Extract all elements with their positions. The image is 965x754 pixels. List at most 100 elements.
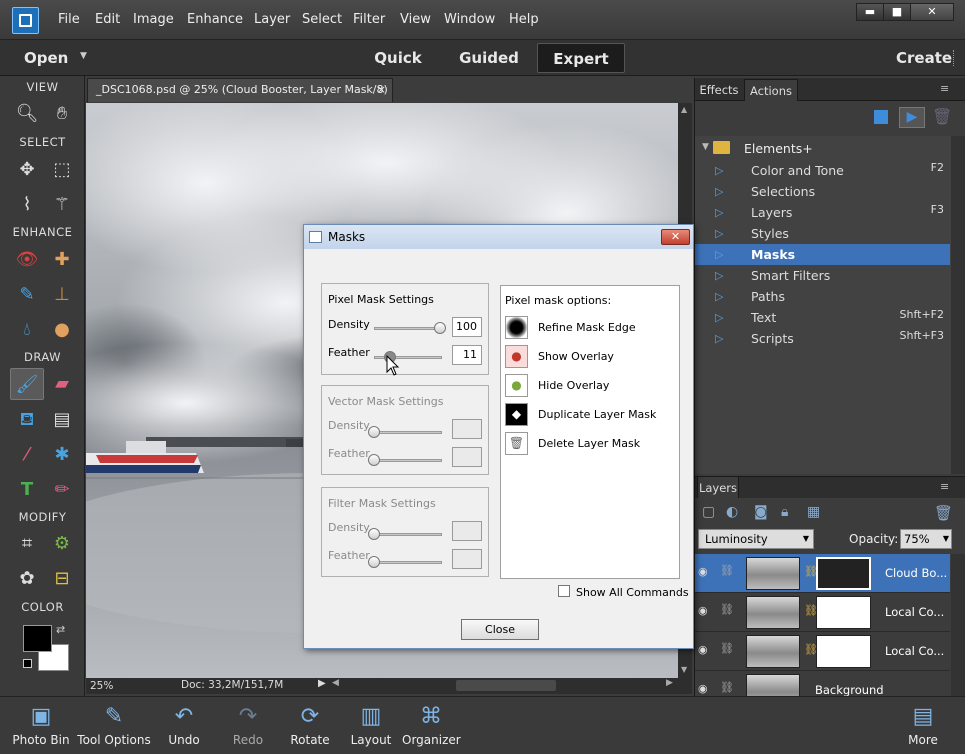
smart-brush-tool-icon[interactable]: ✎ <box>10 279 44 311</box>
maximize-button[interactable]: ■ <box>883 3 911 21</box>
layers-scrollbar[interactable] <box>951 554 965 696</box>
pixel-density-input[interactable]: 100 <box>452 317 482 337</box>
vector-density-slider[interactable] <box>374 431 442 434</box>
red-eye-tool-icon[interactable]: 👁︎ <box>10 244 44 276</box>
new-layer-icon[interactable]: ▢ <box>702 504 715 520</box>
filter-feather-slider[interactable] <box>374 561 442 564</box>
more-button[interactable]: ▤ More <box>900 697 946 754</box>
mode-guided[interactable]: Guided <box>454 43 524 73</box>
lock-icon[interactable]: 🔒︎ <box>781 504 788 520</box>
menu-image[interactable]: Image <box>133 12 174 27</box>
blend-mode-select[interactable]: Luminosity ▼ <box>698 529 814 549</box>
delete-layer-icon[interactable]: 🗑︎ <box>934 504 953 522</box>
custom-shape-tool-icon[interactable]: ✱ <box>45 439 79 471</box>
action-play-icon[interactable]: ▷ <box>715 181 723 202</box>
vector-density-input[interactable] <box>452 419 482 439</box>
visibility-eye-icon[interactable]: ◉ <box>698 643 708 656</box>
add-mask-icon[interactable]: ◙ <box>754 504 768 520</box>
crop-tool-icon[interactable]: ⌗ <box>10 528 44 560</box>
document-tab[interactable]: _DSC1068.psd @ 25% (Cloud Booster, Layer… <box>87 78 393 118</box>
filter-density-input[interactable] <box>452 521 482 541</box>
mask-option[interactable]: 🗑︎ Delete Layer Mask <box>502 431 680 457</box>
lock-transparency-icon[interactable]: ▦ <box>807 504 820 520</box>
menu-enhance[interactable]: Enhance <box>187 12 243 27</box>
menu-edit[interactable]: Edit <box>95 12 120 27</box>
filter-feather-knob[interactable] <box>368 556 380 568</box>
action-item[interactable]: ▷ Layers F3 <box>695 202 950 223</box>
scroll-up-icon[interactable]: ▲ <box>681 105 687 114</box>
open-dropdown-icon[interactable]: ▼ <box>80 51 87 61</box>
horizontal-scroll-thumb[interactable] <box>456 680 556 691</box>
open-button[interactable]: Open <box>24 43 68 73</box>
mode-expert[interactable]: Expert <box>537 43 625 73</box>
magic-wand-tool-icon[interactable]: ⚚ <box>45 189 79 221</box>
stop-action-icon[interactable] <box>874 110 888 124</box>
close-window-button[interactable]: ✕ <box>910 3 954 21</box>
tab-actions[interactable]: Actions <box>744 79 798 101</box>
eyedropper-tool-icon[interactable]: ⁄ <box>10 439 44 471</box>
menu-filter[interactable]: Filter <box>353 12 385 27</box>
recompose-tool-icon[interactable]: ⚙︎ <box>45 528 79 560</box>
visibility-eye-icon[interactable]: ◉ <box>698 565 708 578</box>
layout-button[interactable]: ▥ Layout <box>346 697 396 754</box>
status-menu-icon[interactable]: ▶ <box>318 678 326 689</box>
photo-bin-button[interactable]: ▣ Photo Bin <box>8 697 74 754</box>
undo-button[interactable]: ↶ Undo <box>160 697 208 754</box>
mask-option[interactable]: ◆ Duplicate Layer Mask <box>502 402 680 428</box>
layer-link-icon[interactable]: ⛓︎ <box>720 564 734 577</box>
menu-view[interactable]: View <box>400 12 431 27</box>
dialog-close-icon[interactable]: ✕ <box>661 229 690 245</box>
close-button[interactable]: Close <box>461 619 539 640</box>
vector-density-knob[interactable] <box>368 426 380 438</box>
pixel-density-knob[interactable] <box>434 322 446 334</box>
layer-link-icon[interactable]: ⛓︎ <box>720 642 734 655</box>
action-item[interactable]: ▷ Styles <box>695 223 950 244</box>
visibility-eye-icon[interactable]: ◉ <box>698 682 708 695</box>
brush-tool-icon[interactable]: 🖌︎ <box>10 368 44 400</box>
move-tool-icon[interactable]: ✥ <box>10 154 44 186</box>
action-play-icon[interactable]: ▷ <box>715 160 723 181</box>
action-play-icon[interactable]: ▷ <box>715 328 723 349</box>
scroll-right-icon[interactable]: ▶ <box>666 678 673 688</box>
action-play-icon[interactable]: ▷ <box>715 244 723 265</box>
actions-scrollbar[interactable] <box>951 136 965 474</box>
action-item[interactable]: ▷ Masks <box>695 244 950 265</box>
mask-option[interactable]: ● Hide Overlay <box>502 373 680 399</box>
action-item[interactable]: ▷ Color and Tone F2 <box>695 160 950 181</box>
layer-row[interactable]: ◉ ⛓︎ ⛓︎ Local Co... <box>695 632 950 671</box>
content-aware-move-tool-icon[interactable]: ✿ <box>10 563 44 595</box>
vector-feather-input[interactable] <box>452 447 482 467</box>
marquee-tool-icon[interactable]: ⬚ <box>45 154 79 186</box>
panel-menu-icon[interactable]: ≡ <box>940 82 949 95</box>
action-item[interactable]: ▷ Selections <box>695 181 950 202</box>
adjustment-layer-icon[interactable]: ◐ <box>726 504 738 520</box>
show-all-checkbox[interactable] <box>558 585 570 597</box>
action-set-name[interactable]: Elements+ <box>744 141 813 156</box>
tab-effects[interactable]: Effects <box>697 79 741 101</box>
eraser-tool-icon[interactable]: ▰ <box>45 368 79 400</box>
pixel-feather-input[interactable]: 11 <box>452 345 482 365</box>
action-play-icon[interactable]: ▷ <box>715 307 723 328</box>
type-tool-icon[interactable]: T <box>10 474 44 506</box>
organizer-button[interactable]: ⌘ Organizer <box>402 697 461 754</box>
layer-link-icon[interactable]: ⛓︎ <box>720 681 734 694</box>
healing-tool-icon[interactable]: ✚ <box>45 244 79 276</box>
swap-colors-icon[interactable]: ⇄ <box>56 623 65 636</box>
mode-quick[interactable]: Quick <box>370 43 426 73</box>
clone-stamp-tool-icon[interactable]: ⊥ <box>45 279 79 311</box>
menu-help[interactable]: Help <box>509 12 539 27</box>
mask-option[interactable]: Refine Mask Edge <box>502 315 680 341</box>
create-dropdown-icon[interactable] <box>953 50 957 66</box>
filter-feather-input[interactable] <box>452 549 482 569</box>
play-action-icon[interactable]: ▶ <box>899 107 925 128</box>
filter-density-knob[interactable] <box>368 528 380 540</box>
action-item[interactable]: ▷ Scripts Shft+F3 <box>695 328 950 349</box>
visibility-eye-icon[interactable]: ◉ <box>698 604 708 617</box>
action-play-icon[interactable]: ▷ <box>715 223 723 244</box>
delete-action-icon[interactable]: 🗑︎ <box>932 107 952 126</box>
mask-option[interactable]: ● Show Overlay <box>502 344 680 370</box>
action-item[interactable]: ▷ Smart Filters <box>695 265 950 286</box>
layer-link-icon[interactable]: ⛓︎ <box>720 603 734 616</box>
straighten-tool-icon[interactable]: ⊟ <box>45 563 79 595</box>
menu-select[interactable]: Select <box>302 12 342 27</box>
